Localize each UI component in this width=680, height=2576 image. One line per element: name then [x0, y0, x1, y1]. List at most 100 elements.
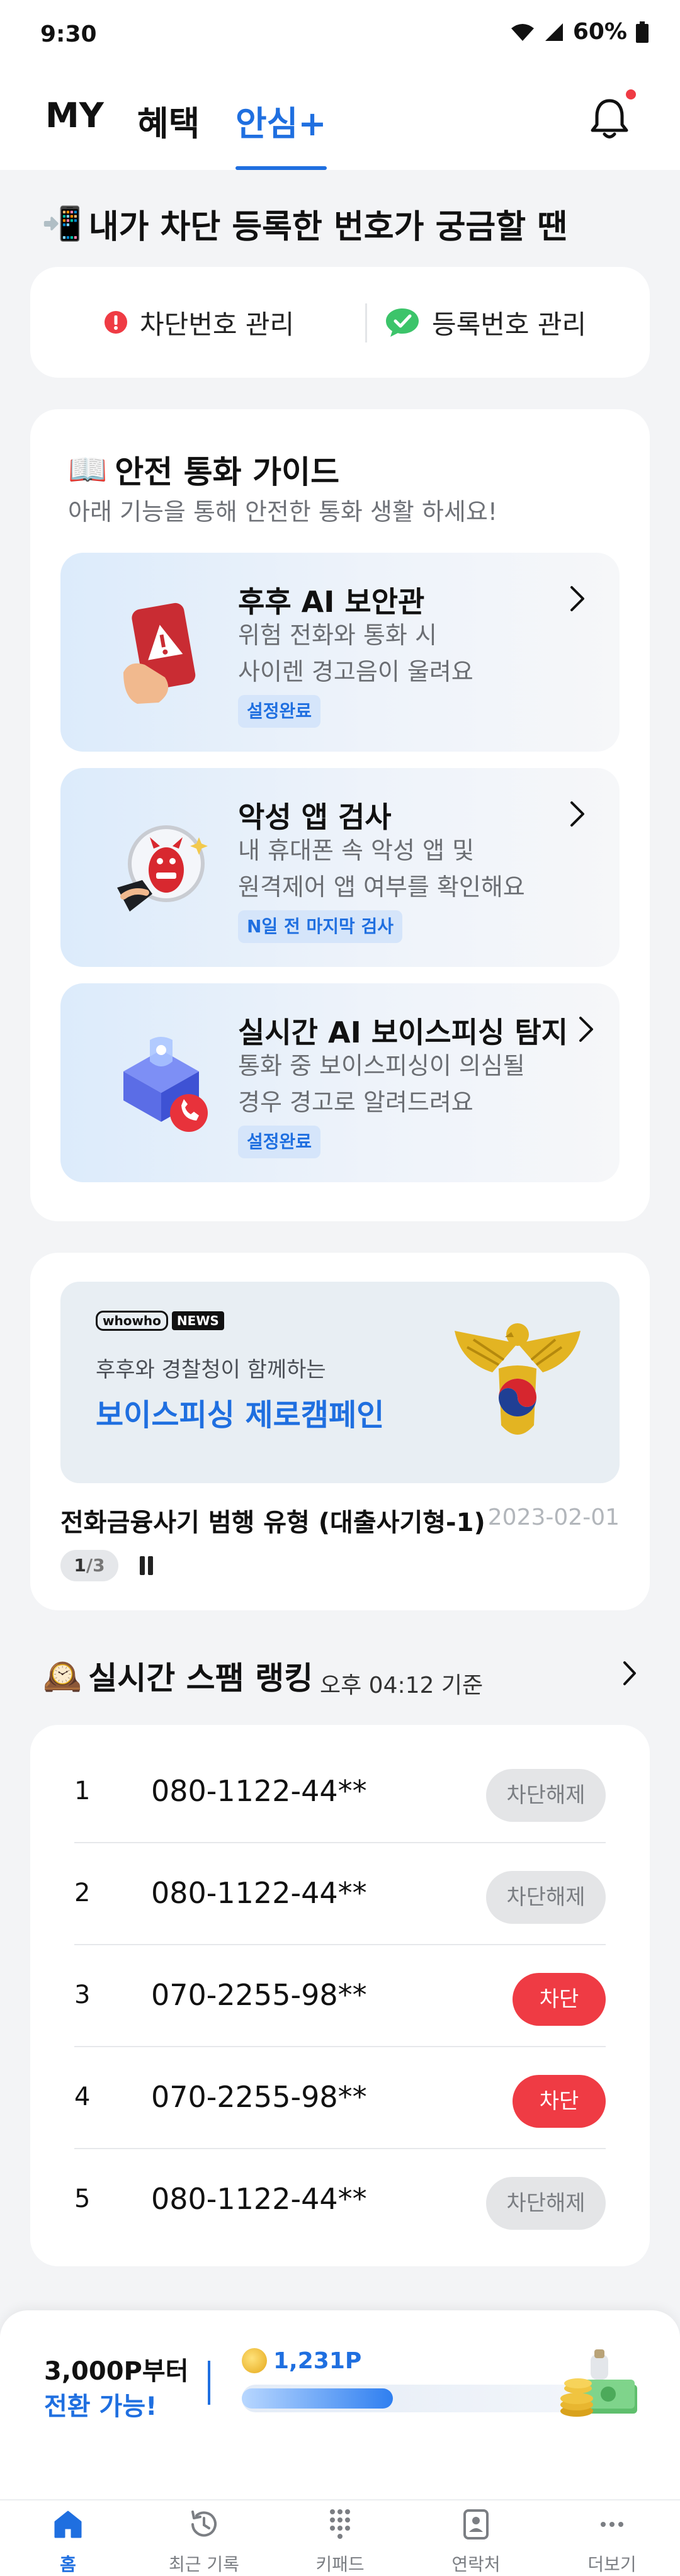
nav-more[interactable]: 더보기 [544, 2500, 680, 2576]
home-icon [54, 2511, 82, 2538]
signal-icon [545, 23, 563, 41]
nav-label: 키패드 [315, 2554, 365, 2575]
chevron-right-icon [579, 1017, 593, 1042]
nav-label: 홈 [60, 2554, 76, 2575]
feature-desc-line: 경우 경고로 알려드려요 [238, 1088, 473, 1116]
feature-desc: 통화 중 보이스피싱이 의심될 경우 경고로 알려드려요 [238, 1048, 591, 1121]
logo-news: NEWS [171, 1311, 224, 1330]
clock-emoji-icon: 🕰️ [43, 1657, 82, 1694]
table-row: 2 080-1122-44** 차단해제 [74, 1843, 606, 1945]
table-row: 5 080-1122-44** 차단해제 [74, 2149, 606, 2251]
rank-number: 1 [74, 1777, 91, 1805]
contacts-icon [463, 2509, 489, 2539]
chevron-right-icon [570, 801, 584, 827]
guide-title-text: 안전 통화 가이드 [115, 454, 340, 490]
pager-current: 1 [74, 1555, 86, 1576]
nav-recent[interactable]: 최근 기록 [136, 2500, 272, 2576]
point-conversion-banner[interactable]: 3,000P부터 전환 가능! 1,231P [0, 2310, 680, 2499]
pause-icon[interactable] [137, 1556, 155, 1575]
manage-divider [365, 303, 367, 342]
nav-keypad[interactable]: 키패드 [272, 2500, 408, 2576]
unblock-button[interactable]: 차단해제 [486, 1871, 606, 1924]
feature-malware-scan[interactable]: 악성 앱 검사 내 휴대폰 속 악성 앱 및 원격제어 앱 여부를 확인해요 N… [60, 768, 620, 967]
registered-number-manage-label: 등록번호 관리 [432, 308, 587, 340]
battery-percent: 60% [572, 19, 627, 45]
table-row: 3 070-2255-98** 차단 [74, 1945, 606, 2047]
keypad-icon [330, 2509, 350, 2539]
news-banner[interactable]: whowho NEWS 후후와 경찰청이 함께하는 보이스피싱 제로캠페인 [60, 1282, 620, 1483]
feature-ai-guard[interactable]: 후후 AI 보안관 위험 전화와 통화 시 사이렌 경고음이 울려요 설정완료 [60, 553, 620, 752]
feature-desc-line: 통화 중 보이스피싱이 의심될 [238, 1052, 525, 1080]
phone-arrow-emoji-icon: 📲 [42, 205, 82, 243]
news-card: whowho NEWS 후후와 경찰청이 함께하는 보이스피싱 제로캠페인 전화… [30, 1253, 650, 1610]
table-row: 1 080-1122-44** 차단해제 [74, 1741, 606, 1843]
hand-phone-warning-icon [123, 602, 196, 704]
feature-desc-line: 위험 전화와 통화 시 [238, 621, 437, 649]
rank-number: 2 [74, 1878, 91, 1907]
feature-desc-line: 사이렌 경고음이 울려요 [238, 658, 473, 686]
blocked-number-manage-label: 차단번호 관리 [140, 308, 295, 340]
nav-label: 연락처 [451, 2554, 501, 2575]
nav-label: 더보기 [587, 2554, 637, 2575]
more-icon [601, 2522, 623, 2527]
pager-total: /3 [86, 1555, 105, 1576]
feature-title: 실시간 AI 보이스피싱 탐지 [238, 1015, 568, 1049]
guide-title: 📖 안전 통화 가이드 [68, 447, 339, 492]
blocked-section-title: 📲 내가 차단 등록한 번호가 궁금할 땐 [42, 200, 567, 247]
feature-title: 후후 AI 보안관 [238, 585, 425, 619]
rank-phone: 070-2255-98** [151, 2080, 367, 2114]
chevron-right-icon [623, 1661, 636, 1685]
feature-desc: 내 휴대폰 속 악성 앱 및 원격제어 앱 여부를 확인해요 [238, 832, 591, 905]
wifi-icon [511, 23, 534, 41]
tab-benefits[interactable]: 혜택 [137, 96, 200, 170]
bell-icon[interactable] [586, 94, 633, 142]
point-convertible: 전환 가능! [44, 2392, 157, 2421]
rank-phone: 080-1122-44** [151, 2182, 367, 2216]
spam-ranking-header[interactable]: 🕰️ 실시간 스팸 랭킹 오후 04:12 기준 [43, 1648, 647, 1698]
money-stack-icon [560, 2349, 637, 2417]
feature-desc-line: 원격제어 앱 여부를 확인해요 [238, 873, 525, 901]
rank-phone: 080-1122-44** [151, 1774, 367, 1808]
feature-voice-phishing-detect[interactable]: 실시간 AI 보이스피싱 탐지 통화 중 보이스피싱이 의심될 경우 경고로 알… [60, 983, 620, 1182]
point-divider [208, 2361, 210, 2405]
nav-label: 최근 기록 [169, 2554, 239, 2575]
news-caption[interactable]: 전화금융사기 범행 유형 (대출사기형-1) [60, 1502, 485, 1539]
carousel-pager: 1/3 [60, 1550, 118, 1581]
banner-title: 보이스피싱 제로캠페인 [96, 1398, 385, 1433]
nav-home[interactable]: 홈 [0, 2500, 136, 2576]
book-emoji-icon: 📖 [68, 451, 108, 488]
feature-desc-line: 내 휴대폰 속 악성 앱 및 [238, 837, 475, 864]
point-threshold: 3,000P부터 [44, 2357, 189, 2386]
blocked-number-manage-button[interactable]: 차단번호 관리 [103, 267, 294, 378]
status-time: 9:30 [40, 21, 97, 47]
nav-contacts[interactable]: 연락처 [408, 2500, 544, 2576]
status-badge: N일 전 마지막 검사 [238, 910, 402, 943]
alert-icon [105, 311, 127, 334]
unblock-button[interactable]: 차단해제 [486, 2177, 606, 2230]
block-button[interactable]: 차단 [513, 2075, 606, 2128]
chevron-right-icon [570, 586, 584, 611]
rank-phone: 080-1122-44** [151, 1876, 367, 1910]
top-nav: MY 혜택 안심+ [0, 76, 680, 170]
block-button[interactable]: 차단 [513, 1973, 606, 2026]
rank-number: 3 [74, 1980, 91, 2009]
tab-my[interactable]: MY [45, 96, 104, 170]
unblock-button[interactable]: 차단해제 [486, 1769, 606, 1822]
manage-card: 차단번호 관리 등록번호 관리 [30, 267, 650, 378]
rank-number: 4 [74, 2082, 91, 2111]
news-date: 2023-02-01 [487, 1505, 620, 1530]
banner-subtitle: 후후와 경찰청이 함께하는 [96, 1357, 326, 1382]
table-row: 4 070-2255-98** 차단 [74, 2047, 606, 2149]
logo-whowho: whowho [96, 1311, 168, 1331]
feature-title: 악성 앱 검사 [238, 800, 392, 834]
status-badge: 설정완료 [238, 695, 321, 728]
spam-ranking-card: 1 080-1122-44** 차단해제 2 080-1122-44** 차단해… [30, 1725, 650, 2266]
tab-safety-plus[interactable]: 안심+ [235, 96, 327, 170]
rank-number: 5 [74, 2184, 91, 2213]
status-badge: 설정완료 [238, 1126, 321, 1158]
registered-number-manage-button[interactable]: 등록번호 관리 [384, 267, 586, 378]
notification-dot [626, 89, 636, 99]
bottom-nav: 홈 최근 기록 키패드 연락처 더보기 [0, 2499, 680, 2576]
rank-phone: 070-2255-98** [151, 1978, 367, 2012]
magnifier-bug-icon [117, 825, 208, 912]
